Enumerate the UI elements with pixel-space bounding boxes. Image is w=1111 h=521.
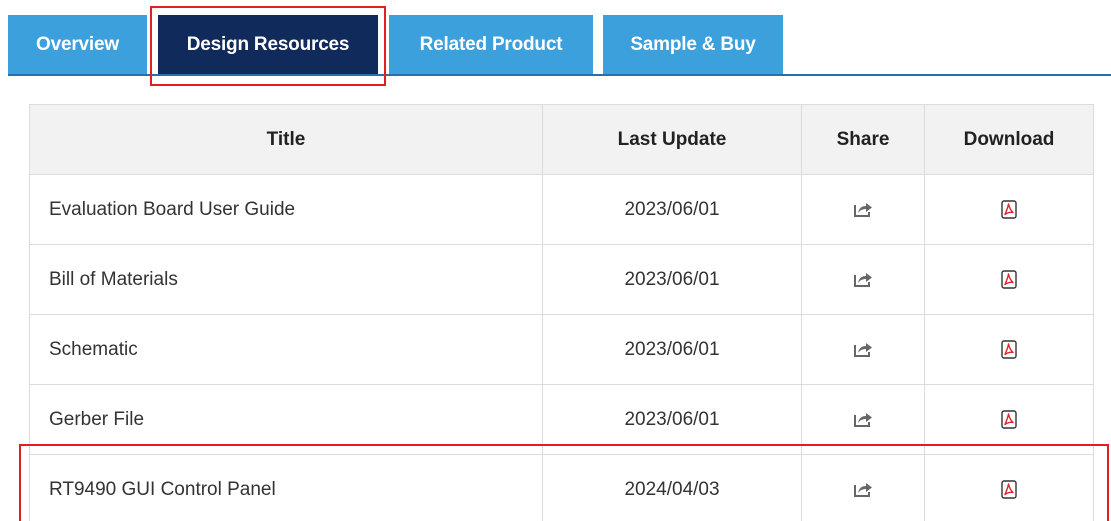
tab-related-product[interactable]: Related Product xyxy=(389,15,593,74)
row-title[interactable]: Bill of Materials xyxy=(29,244,543,315)
table-row: Evaluation Board User Guide 2023/06/01 xyxy=(29,174,1094,245)
column-header-last-update: Last Update xyxy=(542,104,802,175)
download-cell xyxy=(924,454,1094,521)
download-cell xyxy=(924,174,1094,245)
pdf-icon[interactable] xyxy=(1001,410,1017,429)
pdf-icon[interactable] xyxy=(1001,480,1017,499)
share-icon[interactable] xyxy=(853,411,873,428)
share-cell xyxy=(801,384,925,455)
row-title[interactable]: Evaluation Board User Guide xyxy=(29,174,543,245)
table-row: RT9490 GUI Control Panel 2024/04/03 xyxy=(29,454,1094,521)
design-resources-table: Title Last Update Share Download Evaluat… xyxy=(29,104,1094,521)
download-cell xyxy=(924,384,1094,455)
pdf-icon[interactable] xyxy=(1001,200,1017,219)
share-cell xyxy=(801,454,925,521)
share-icon[interactable] xyxy=(853,201,873,218)
table-header-row: Title Last Update Share Download xyxy=(29,104,1094,175)
row-title[interactable]: RT9490 GUI Control Panel xyxy=(29,454,543,521)
row-title[interactable]: Schematic xyxy=(29,314,543,385)
column-header-download: Download xyxy=(924,104,1094,175)
download-cell xyxy=(924,314,1094,385)
download-cell xyxy=(924,244,1094,315)
tab-overview[interactable]: Overview xyxy=(8,15,147,74)
share-cell xyxy=(801,244,925,315)
share-cell xyxy=(801,174,925,245)
share-icon[interactable] xyxy=(853,481,873,498)
page: Overview Design Resources Related Produc… xyxy=(0,0,1111,521)
table-row: Schematic 2023/06/01 xyxy=(29,314,1094,385)
column-header-title: Title xyxy=(29,104,543,175)
tab-sample-and-buy[interactable]: Sample & Buy xyxy=(603,15,783,74)
row-last-update: 2023/06/01 xyxy=(542,174,802,245)
row-last-update: 2023/06/01 xyxy=(542,244,802,315)
tab-divider xyxy=(8,74,1111,76)
row-last-update: 2023/06/01 xyxy=(542,314,802,385)
table-row: Bill of Materials 2023/06/01 xyxy=(29,244,1094,315)
pdf-icon[interactable] xyxy=(1001,340,1017,359)
row-last-update: 2023/06/01 xyxy=(542,384,802,455)
share-icon[interactable] xyxy=(853,271,873,288)
share-cell xyxy=(801,314,925,385)
tab-design-resources[interactable]: Design Resources xyxy=(158,15,378,74)
row-title[interactable]: Gerber File xyxy=(29,384,543,455)
column-header-share: Share xyxy=(801,104,925,175)
pdf-icon[interactable] xyxy=(1001,270,1017,289)
row-last-update: 2024/04/03 xyxy=(542,454,802,521)
table-row: Gerber File 2023/06/01 xyxy=(29,384,1094,455)
tab-bar: Overview Design Resources Related Produc… xyxy=(0,0,1111,76)
share-icon[interactable] xyxy=(853,341,873,358)
